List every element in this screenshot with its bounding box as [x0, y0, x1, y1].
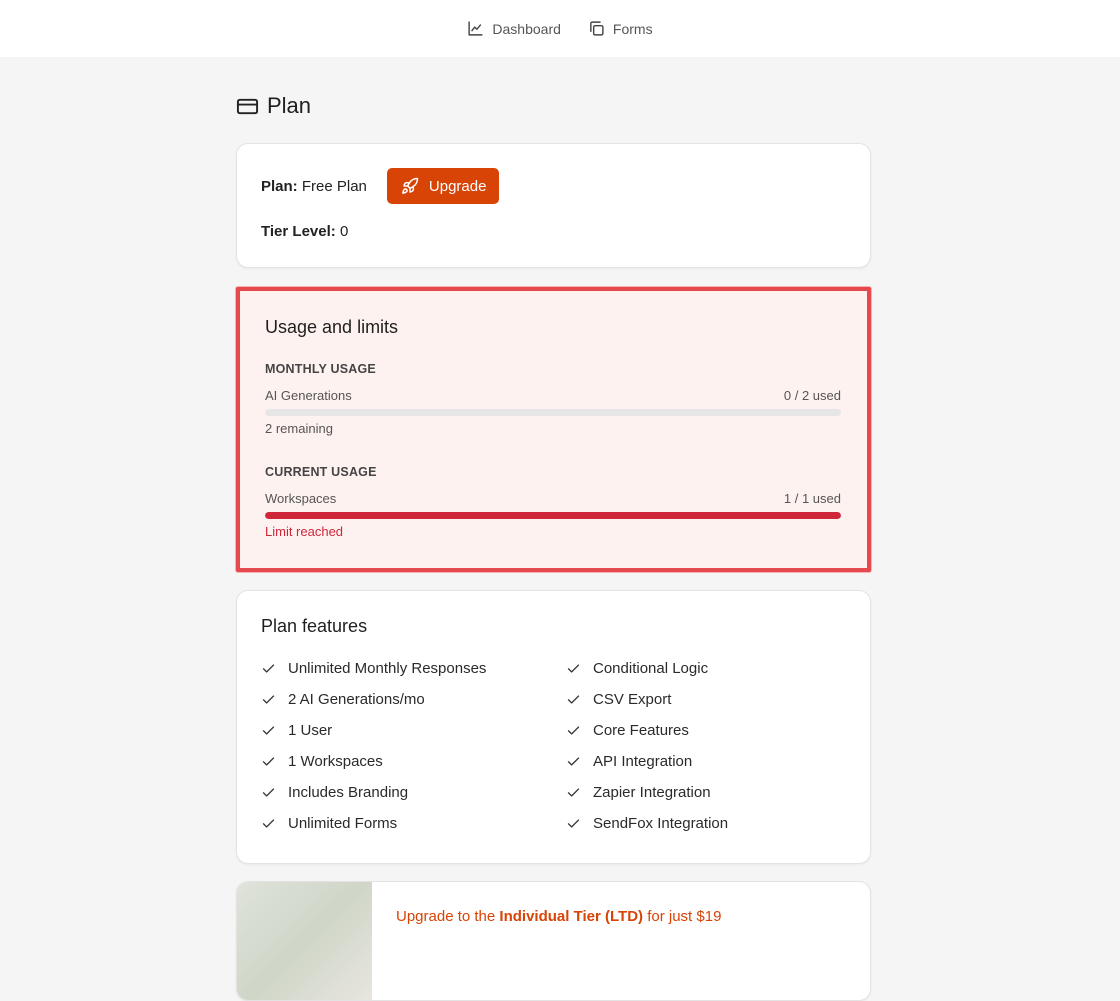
check-icon [567, 663, 580, 673]
feature-item: Unlimited Monthly Responses [261, 657, 566, 679]
feature-label: 1 Workspaces [288, 752, 383, 770]
check-icon [262, 818, 275, 828]
nav-forms-label: Forms [612, 20, 653, 37]
feature-label: Conditional Logic [593, 659, 709, 677]
features-card: Plan features Unlimited Monthly Response… [236, 590, 871, 864]
feature-item: Core Features [566, 719, 846, 741]
ai-generations-row: AI Generations 0 / 2 used [265, 388, 841, 403]
credit-card-icon [236, 98, 259, 114]
upgrade-button[interactable]: Upgrade [386, 168, 500, 204]
ai-generations-note: 2 remaining [265, 421, 333, 436]
feature-label: CSV Export [593, 690, 672, 708]
feature-item: 1 User [261, 719, 566, 741]
tier-value: 0 [339, 223, 349, 240]
usage-title: Usage and limits [265, 317, 399, 337]
feature-item: SendFox Integration [566, 812, 846, 834]
ai-generations-name: AI Generations [265, 388, 352, 403]
feature-item: CSV Export [566, 688, 846, 710]
feature-item: API Integration [566, 750, 846, 772]
feature-label: Unlimited Monthly Responses [288, 659, 487, 677]
ai-generations-bar [265, 409, 841, 416]
upgrade-button-label: Upgrade [428, 177, 487, 195]
feature-item: 1 Workspaces [261, 750, 566, 772]
ai-generations-used: 0 / 2 used [783, 388, 841, 403]
feature-label: API Integration [593, 752, 693, 770]
monthly-usage-label: MONTHLY USAGE [265, 362, 376, 376]
check-icon [262, 756, 275, 766]
check-icon [567, 818, 580, 828]
page-title: Plan [236, 93, 311, 119]
check-icon [262, 787, 275, 797]
check-icon [262, 694, 275, 704]
promo-tier: Individual Tier (LTD) [499, 908, 644, 925]
feature-item: 2 AI Generations/mo [261, 688, 566, 710]
feature-item: Includes Branding [261, 781, 566, 803]
usage-card: Usage and limits MONTHLY USAGE AI Genera… [236, 287, 871, 572]
workspaces-note: Limit reached [265, 524, 344, 539]
workspaces-bar [265, 512, 841, 519]
check-icon [567, 787, 580, 797]
workspaces-row: Workspaces 1 / 1 used [265, 491, 841, 506]
check-icon [567, 756, 580, 766]
check-icon [567, 694, 580, 704]
line-chart-icon [468, 21, 483, 36]
top-nav: Dashboard Forms [0, 0, 1120, 57]
plan-card: Plan: Free Plan Upgrade Tier Level: 0 [236, 143, 871, 268]
nav-forms[interactable]: Forms [588, 20, 653, 37]
current-usage-label: CURRENT USAGE [265, 465, 377, 479]
workspaces-used: 1 / 1 used [783, 491, 841, 506]
rocket-icon [402, 177, 419, 194]
plan-value: Free Plan [301, 177, 367, 195]
page-title-text: Plan [267, 93, 312, 118]
feature-label: 2 AI Generations/mo [288, 690, 425, 708]
feature-label: SendFox Integration [593, 814, 729, 832]
plan-info: Plan: Free Plan [261, 178, 367, 195]
feature-item: Conditional Logic [566, 657, 846, 679]
plan-row: Plan: Free Plan Upgrade [261, 168, 500, 204]
check-icon [567, 725, 580, 735]
tier-info: Tier Level: 0 [261, 223, 348, 240]
feature-label: Unlimited Forms [288, 814, 398, 832]
feature-label: Core Features [593, 721, 689, 739]
promo-suffix: for just $19 [643, 908, 722, 925]
workspaces-name: Workspaces [265, 491, 337, 506]
features-title: Plan features [261, 616, 368, 636]
check-icon [262, 725, 275, 735]
copy-icon [590, 21, 604, 36]
check-icon [262, 663, 275, 673]
features-grid: Unlimited Monthly Responses Conditional L… [261, 657, 846, 834]
feature-label: Zapier Integration [593, 783, 711, 801]
promo-image [237, 882, 372, 1000]
workspaces-bar-fill [265, 512, 841, 519]
promo-card[interactable]: Upgrade to the Individual Tier (LTD) for… [236, 881, 871, 1001]
feature-label: 1 User [288, 721, 333, 739]
nav-dashboard-label: Dashboard [492, 20, 561, 37]
tier-label: Tier Level: [261, 223, 336, 240]
promo-text: Upgrade to the Individual Tier (LTD) for… [396, 908, 721, 925]
feature-item: Zapier Integration [566, 781, 846, 803]
feature-label: Includes Branding [288, 783, 409, 801]
feature-item: Unlimited Forms [261, 812, 566, 834]
plan-label: Plan: [261, 177, 298, 195]
nav-dashboard[interactable]: Dashboard [467, 20, 561, 37]
promo-prefix: Upgrade to the [396, 908, 500, 925]
